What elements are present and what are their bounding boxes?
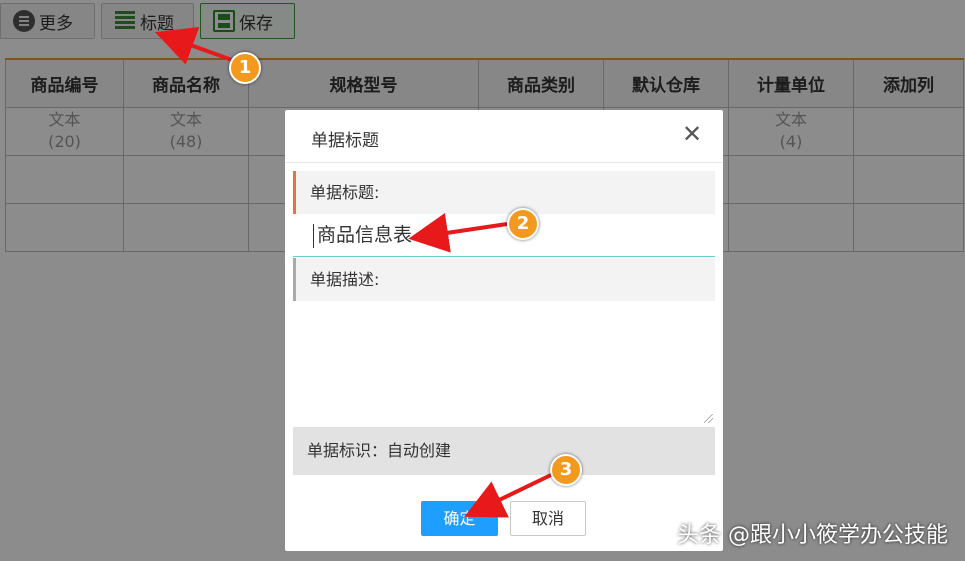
- cancel-button[interactable]: 取消: [510, 501, 586, 536]
- title-input[interactable]: 商品信息表: [293, 214, 715, 257]
- dialog-title: 单据标题: [311, 131, 379, 151]
- resize-handle-icon[interactable]: [704, 414, 713, 423]
- close-icon[interactable]: ✕: [681, 122, 703, 146]
- description-textarea[interactable]: [293, 301, 715, 425]
- confirm-button[interactable]: 确定: [421, 501, 498, 536]
- title-field-label: 单据标题:: [293, 171, 715, 214]
- step-badge-2: 2: [507, 208, 539, 240]
- watermark: 头条 @跟小小筱学办公技能: [677, 523, 948, 548]
- title-dialog: 单据标题 ✕ 单据标题: 商品信息表 单据描述: 单据标识：自动创建 确定 取消: [285, 110, 723, 551]
- step-badge-3: 3: [550, 454, 582, 486]
- dialog-divider: [285, 162, 723, 163]
- identifier-row: 单据标识：自动创建: [293, 427, 715, 475]
- title-input-value: 商品信息表: [317, 224, 413, 246]
- step-badge-1: 1: [229, 52, 261, 84]
- text-caret: [313, 224, 314, 248]
- description-field-label: 单据描述:: [293, 258, 715, 301]
